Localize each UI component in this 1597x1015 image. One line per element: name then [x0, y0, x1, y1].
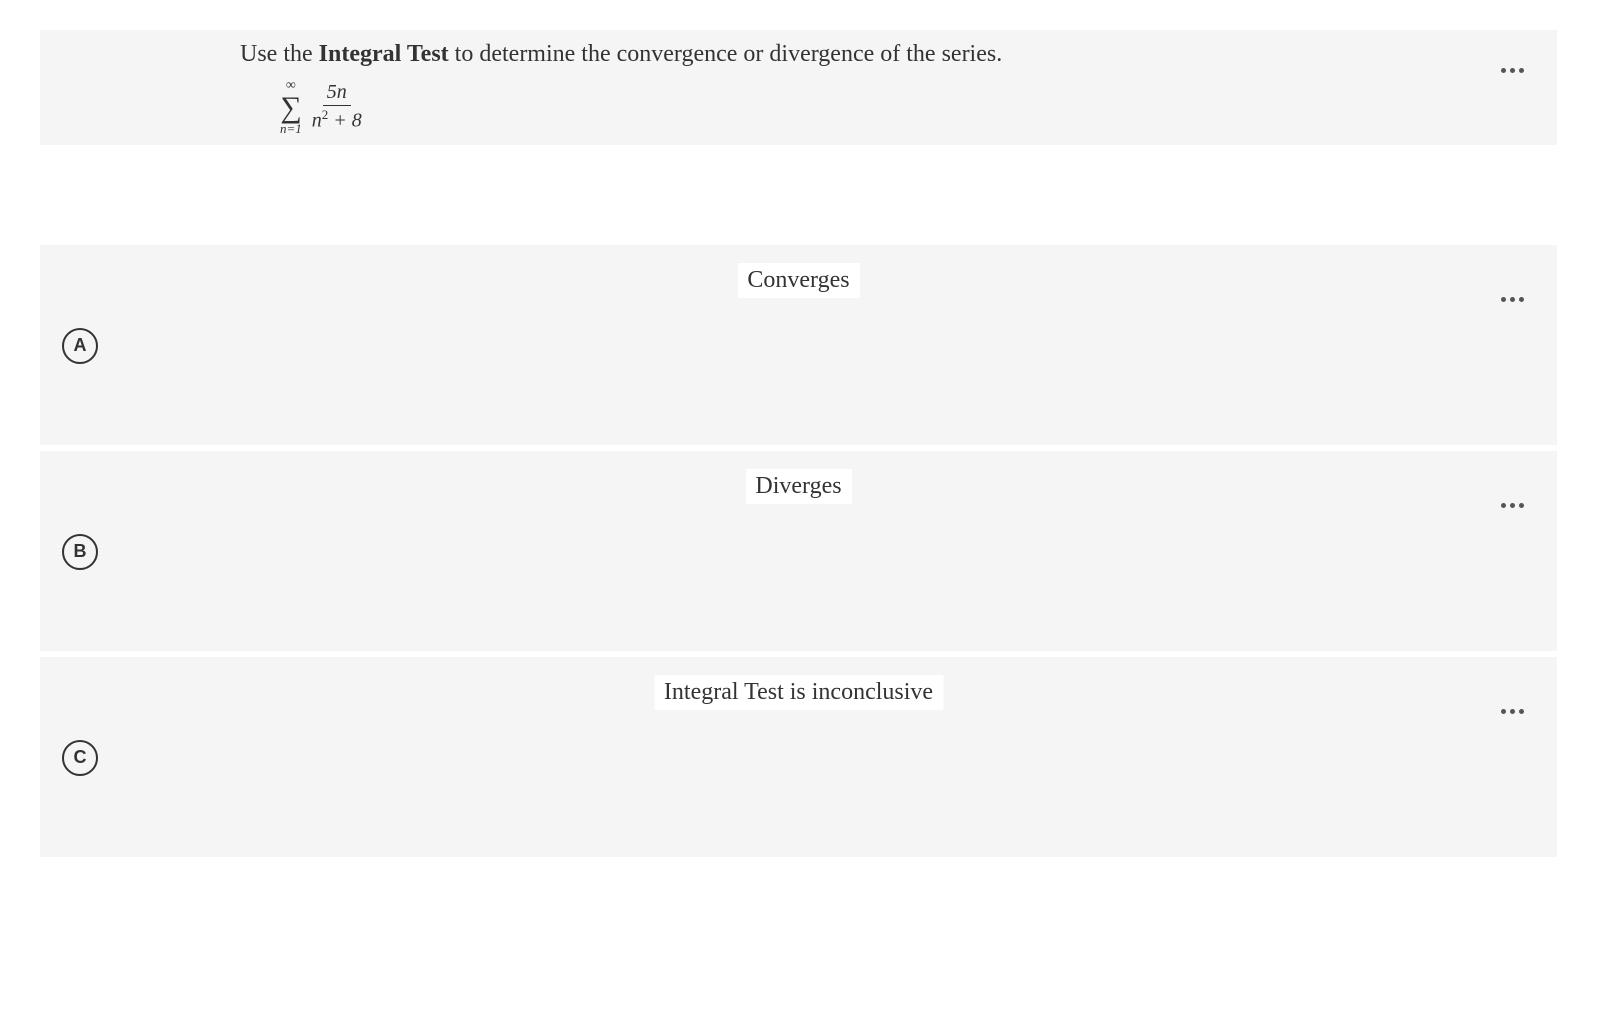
question-block: Use the Integral Test to determine the c…: [40, 30, 1557, 145]
ellipsis-dot-icon: [1519, 709, 1524, 714]
answer-option-c[interactable]: C Integral Test is inconclusive: [40, 657, 1557, 857]
ellipsis-dot-icon: [1510, 503, 1515, 508]
ellipsis-dot-icon: [1510, 297, 1515, 302]
answer-text: Converges: [737, 263, 859, 298]
denominator: n2 + 8: [308, 106, 366, 133]
numerator: 5n: [323, 81, 351, 106]
sigma-lower-limit: n=1: [280, 121, 302, 137]
answer-option-b[interactable]: B Diverges: [40, 451, 1557, 651]
ellipsis-dot-icon: [1501, 709, 1506, 714]
answer-more-options-button[interactable]: [1497, 702, 1527, 722]
question-bold: Integral Test: [319, 41, 449, 67]
answer-more-options-button[interactable]: [1497, 290, 1527, 310]
question-prompt: Use the Integral Test to determine the c…: [240, 38, 1537, 72]
answer-text: Diverges: [745, 469, 851, 504]
answer-text: Integral Test is inconclusive: [654, 675, 943, 710]
ellipsis-dot-icon: [1501, 297, 1506, 302]
answer-label-badge: A: [62, 328, 98, 364]
ellipsis-dot-icon: [1519, 297, 1524, 302]
answer-label-badge: C: [62, 740, 98, 776]
ellipsis-dot-icon: [1510, 709, 1515, 714]
ellipsis-dot-icon: [1519, 68, 1524, 73]
answer-more-options-button[interactable]: [1497, 496, 1527, 516]
ellipsis-dot-icon: [1510, 68, 1515, 73]
question-pre: Use the: [240, 41, 319, 67]
question-more-options-button[interactable]: [1497, 60, 1527, 80]
answer-label-badge: B: [62, 534, 98, 570]
series-formula: ∞ ∑ n=1 5n n2 + 8: [280, 78, 1537, 137]
sigma-notation: ∞ ∑ n=1: [280, 78, 302, 137]
sigma-symbol: ∑: [280, 94, 301, 121]
ellipsis-dot-icon: [1519, 503, 1524, 508]
question-post: to determine the convergence or divergen…: [449, 41, 1003, 67]
ellipsis-dot-icon: [1501, 503, 1506, 508]
ellipsis-dot-icon: [1501, 68, 1506, 73]
fraction: 5n n2 + 8: [308, 81, 366, 133]
answer-option-a[interactable]: A Converges: [40, 245, 1557, 445]
